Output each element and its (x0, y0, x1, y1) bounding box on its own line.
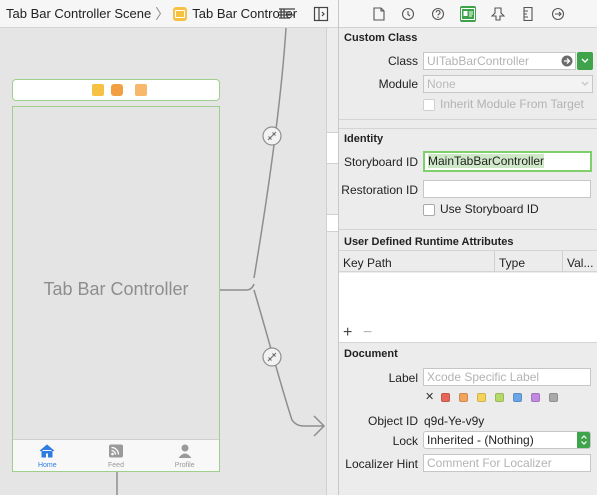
tab-label-home: Home (37, 462, 57, 469)
segue-origin-line (220, 283, 255, 291)
document-title: Document (344, 348, 398, 360)
label-color-swatch[interactable] (513, 393, 522, 402)
adjacent-scene-box-1[interactable] (326, 132, 338, 164)
restoration-id-field[interactable] (423, 180, 591, 198)
adjacent-scene-edge (326, 28, 338, 495)
document-items-icon[interactable] (276, 4, 298, 24)
runtime-attributes-title: User Defined Runtime Attributes (344, 236, 514, 248)
add-attribute-button[interactable]: + (343, 325, 352, 341)
column-divider (494, 251, 495, 272)
column-value[interactable]: Val... (567, 256, 593, 270)
localizer-hint-field[interactable]: Comment For Localizer (423, 454, 591, 472)
attributes-icon[interactable] (490, 6, 506, 22)
module-chevron-icon (581, 78, 589, 92)
label-color-swatch[interactable] (459, 393, 468, 402)
storyboard-canvas[interactable]: Tab Bar Controller Scene 〉 Tab Bar Contr… (0, 0, 338, 495)
module-label: Module (378, 77, 418, 91)
label-color-swatch[interactable] (477, 393, 486, 402)
localizer-hint-placeholder: Comment For Localizer (427, 456, 552, 470)
module-select[interactable]: None (423, 75, 593, 93)
scene-title: Tab Bar Controller (43, 279, 189, 299)
size-ruler-icon[interactable] (520, 6, 536, 22)
identity-section: Identity Storyboard ID MainTabBarControl… (339, 128, 597, 230)
column-divider (562, 251, 563, 272)
inherit-module-label: Inherit Module From Target (440, 97, 584, 111)
relationship-segue-badge-top[interactable] (262, 126, 282, 146)
column-key-path[interactable]: Key Path (343, 256, 392, 270)
use-storyboard-id-label: Use Storyboard ID (440, 202, 539, 216)
label-color-swatch[interactable] (549, 393, 558, 402)
custom-class-section: Custom Class Class UITabBarController Mo… (339, 28, 597, 120)
scene-dock (12, 79, 220, 101)
column-type[interactable]: Type (499, 256, 525, 270)
toggle-outline-icon[interactable] (310, 4, 332, 24)
tab-bar-controller-icon (173, 6, 188, 21)
object-id-label: Object ID (367, 414, 418, 428)
class-navigate-arrow-icon[interactable] (561, 55, 573, 70)
label-color-swatch[interactable] (531, 393, 540, 402)
breadcrumb-separator: 〉 (155, 5, 170, 22)
history-icon[interactable] (400, 6, 416, 22)
connections-arrow-icon[interactable] (550, 6, 566, 22)
restoration-id-label: Restoration ID (341, 183, 418, 197)
remove-attribute-button[interactable]: − (363, 325, 372, 341)
exit-dock-icon[interactable] (135, 84, 147, 96)
identity-inspector: Custom Class Class UITabBarController Mo… (338, 0, 597, 495)
inherit-module-checkbox[interactable] (423, 99, 435, 111)
clear-label-color-icon[interactable]: ✕ (425, 390, 434, 403)
jump-bar: Tab Bar Controller Scene 〉 Tab Bar Contr… (0, 0, 338, 28)
runtime-attributes-table[interactable]: + − (339, 273, 597, 343)
document-section: Document Label Xcode Specific Label ✕ Ob… (339, 344, 597, 495)
adjacent-scene-box-2[interactable] (326, 214, 338, 232)
lock-select[interactable]: Inherited - (Nothing) (423, 431, 591, 449)
storyboard-id-label: Storyboard ID (343, 155, 418, 169)
class-label: Class (387, 54, 418, 68)
home-icon (38, 444, 56, 461)
object-id-value: q9d-Ye-v9y (424, 414, 485, 428)
tab-home[interactable]: Home (13, 440, 82, 471)
use-storyboard-id-checkbox[interactable] (423, 204, 435, 216)
help-icon[interactable] (430, 6, 446, 22)
identity-title: Identity (344, 133, 384, 145)
label-field-placeholder: Xcode Specific Label (427, 370, 540, 384)
lock-value: Inherited - (Nothing) (427, 433, 534, 447)
first-responder-dock-icon[interactable] (111, 84, 123, 96)
relationship-segue-badge-bottom[interactable] (262, 347, 282, 367)
label-field[interactable]: Xcode Specific Label (423, 368, 591, 386)
tab-label-profile: Profile (174, 462, 195, 469)
tab-label-feed: Feed (108, 462, 124, 469)
tab-bar-controller-scene[interactable]: Tab Bar Controller Home Feed Profile (12, 106, 220, 472)
custom-class-title: Custom Class (344, 32, 418, 44)
localizer-hint-label: Localizer Hint (345, 457, 418, 471)
rss-feed-icon (108, 444, 124, 461)
label-label: Label (388, 371, 418, 385)
lock-label: Lock (392, 434, 418, 448)
label-color-swatch[interactable] (495, 393, 504, 402)
storyboard-id-value: MainTabBarController (428, 154, 545, 168)
file-icon[interactable] (371, 6, 387, 22)
storyboard-id-field[interactable]: MainTabBarController (423, 151, 592, 172)
tab-bar: Home Feed Profile (13, 439, 219, 471)
segue-line-top[interactable] (253, 27, 287, 279)
class-dropdown-chevron-icon[interactable] (577, 52, 593, 70)
view-controller-dock-icon[interactable] (92, 84, 104, 96)
runtime-attributes-table-header: Key Path Type Val... (339, 250, 597, 272)
tab-profile[interactable]: Profile (150, 440, 219, 471)
tab-feed[interactable]: Feed (82, 440, 151, 471)
inspector-tab-bar (339, 0, 597, 28)
module-value: None (427, 77, 456, 91)
label-color-swatch[interactable] (441, 393, 450, 402)
class-field[interactable]: UITabBarController (423, 52, 576, 70)
class-field-placeholder: UITabBarController (427, 54, 530, 68)
lock-updown-chevron-icon (577, 432, 590, 448)
breadcrumb-scene[interactable]: Tab Bar Controller Scene (6, 6, 151, 21)
identity-icon[interactable] (460, 6, 476, 22)
person-icon (177, 444, 193, 461)
